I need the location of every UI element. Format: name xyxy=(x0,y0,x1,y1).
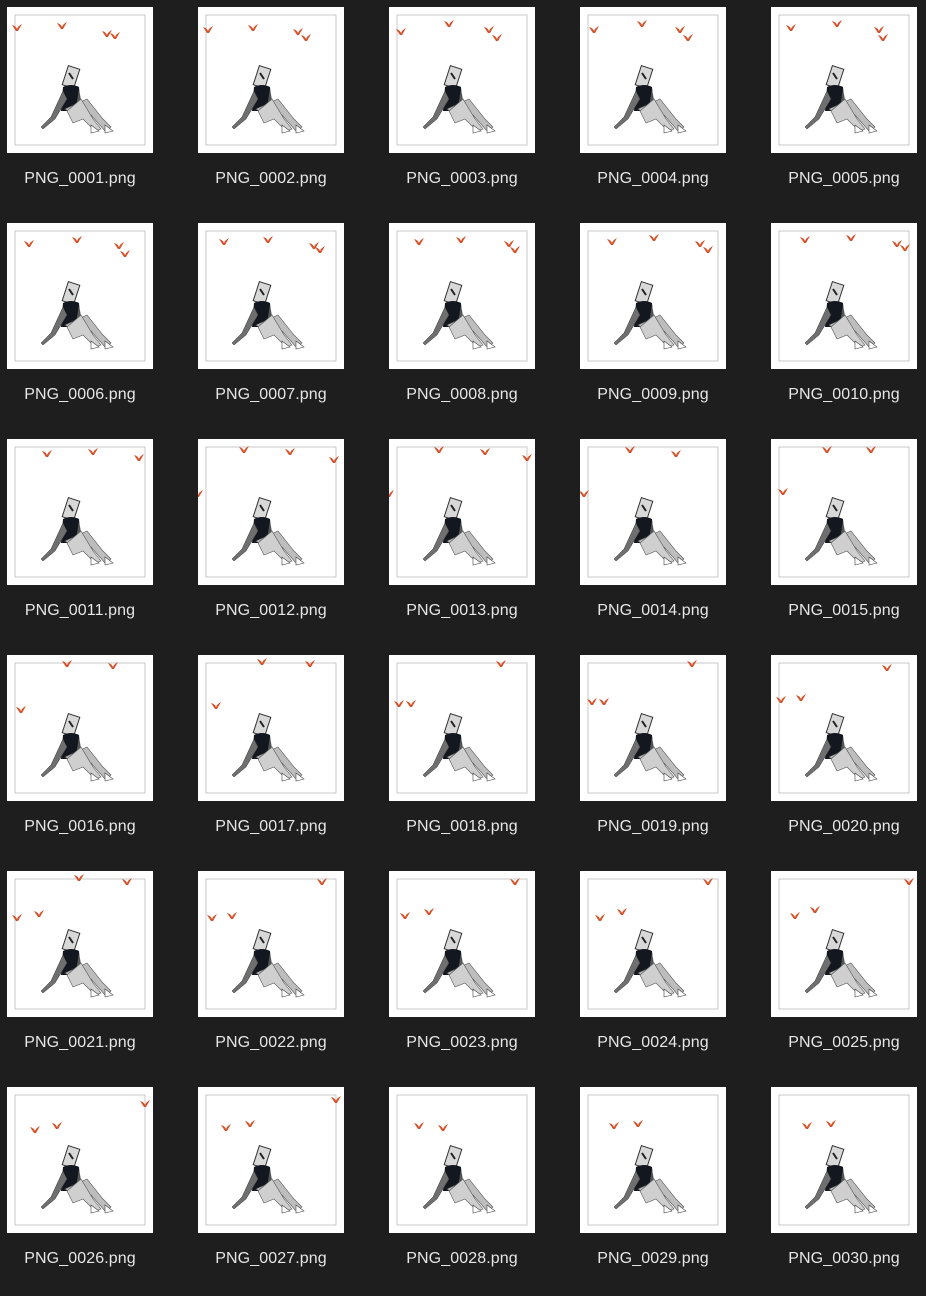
file-item[interactable]: PNG_0028.png xyxy=(382,1080,573,1296)
file-name-label[interactable]: PNG_0027.png xyxy=(191,1250,351,1268)
file-item[interactable]: PNG_0030.png xyxy=(764,1080,926,1296)
file-name-label[interactable]: PNG_0003.png xyxy=(382,170,542,188)
file-name-label[interactable]: PNG_0011.png xyxy=(0,602,160,620)
file-name-label[interactable]: PNG_0024.png xyxy=(573,1034,733,1052)
file-item[interactable]: PNG_0022.png xyxy=(191,864,382,1080)
file-item[interactable]: PNG_0010.png xyxy=(764,216,926,432)
file-name-label[interactable]: PNG_0015.png xyxy=(764,602,924,620)
frame-thumbnail[interactable] xyxy=(7,223,153,369)
frame-thumbnail[interactable] xyxy=(580,655,726,801)
frame-thumbnail[interactable] xyxy=(389,223,535,369)
file-name-label[interactable]: PNG_0016.png xyxy=(0,818,160,836)
file-name-label[interactable]: PNG_0008.png xyxy=(382,386,542,404)
file-item[interactable]: PNG_0013.png xyxy=(382,432,573,648)
file-item[interactable]: PNG_0004.png xyxy=(573,0,764,216)
file-name-label[interactable]: PNG_0004.png xyxy=(573,170,733,188)
file-name-label[interactable]: PNG_0022.png xyxy=(191,1034,351,1052)
file-item[interactable]: PNG_0005.png xyxy=(764,0,926,216)
frame-thumbnail[interactable] xyxy=(580,871,726,1017)
frame-thumbnail[interactable] xyxy=(389,655,535,801)
frame-thumbnail[interactable] xyxy=(580,223,726,369)
frame-thumbnail[interactable] xyxy=(580,7,726,153)
frame-thumbnail[interactable] xyxy=(771,1087,917,1233)
frame-thumbnail[interactable] xyxy=(7,655,153,801)
file-item[interactable]: PNG_0008.png xyxy=(382,216,573,432)
file-name-label[interactable]: PNG_0019.png xyxy=(573,818,733,836)
file-name-label[interactable]: PNG_0029.png xyxy=(573,1250,733,1268)
file-item[interactable]: PNG_0012.png xyxy=(191,432,382,648)
file-name-label[interactable]: PNG_0014.png xyxy=(573,602,733,620)
frame-thumbnail[interactable] xyxy=(7,1087,153,1233)
frame-thumbnail[interactable] xyxy=(198,439,344,585)
file-item[interactable]: PNG_0029.png xyxy=(573,1080,764,1296)
file-item[interactable]: PNG_0009.png xyxy=(573,216,764,432)
file-item[interactable]: PNG_0016.png xyxy=(0,648,191,864)
file-name-label[interactable]: PNG_0010.png xyxy=(764,386,924,404)
file-item[interactable]: PNG_0015.png xyxy=(764,432,926,648)
frame-thumbnail[interactable] xyxy=(771,439,917,585)
frame-thumbnail[interactable] xyxy=(198,1087,344,1233)
file-item[interactable]: PNG_0011.png xyxy=(0,432,191,648)
file-name-label[interactable]: PNG_0026.png xyxy=(0,1250,160,1268)
file-item[interactable]: PNG_0019.png xyxy=(573,648,764,864)
file-name-label[interactable]: PNG_0025.png xyxy=(764,1034,924,1052)
frame-thumbnail[interactable] xyxy=(389,439,535,585)
file-item[interactable]: PNG_0020.png xyxy=(764,648,926,864)
frame-thumbnail[interactable] xyxy=(198,871,344,1017)
file-item[interactable]: PNG_0017.png xyxy=(191,648,382,864)
frame-thumbnail[interactable] xyxy=(7,7,153,153)
file-item[interactable]: PNG_0002.png xyxy=(191,0,382,216)
file-item[interactable]: PNG_0021.png xyxy=(0,864,191,1080)
file-item[interactable]: PNG_0006.png xyxy=(0,216,191,432)
file-grid: PNG_0001.png PNG_0002.png PNG_0003.png P… xyxy=(0,0,926,1280)
frame-thumbnail[interactable] xyxy=(7,871,153,1017)
file-item[interactable]: PNG_0026.png xyxy=(0,1080,191,1296)
file-name-label[interactable]: PNG_0005.png xyxy=(764,170,924,188)
file-name-label[interactable]: PNG_0021.png xyxy=(0,1034,160,1052)
file-name-label[interactable]: PNG_0006.png xyxy=(0,386,160,404)
file-name-label[interactable]: PNG_0012.png xyxy=(191,602,351,620)
file-name-label[interactable]: PNG_0018.png xyxy=(382,818,542,836)
file-name-label[interactable]: PNG_0020.png xyxy=(764,818,924,836)
file-item[interactable]: PNG_0001.png xyxy=(0,0,191,216)
file-item[interactable]: PNG_0024.png xyxy=(573,864,764,1080)
frame-thumbnail[interactable] xyxy=(389,1087,535,1233)
file-item[interactable]: PNG_0025.png xyxy=(764,864,926,1080)
frame-thumbnail[interactable] xyxy=(771,655,917,801)
file-name-label[interactable]: PNG_0007.png xyxy=(191,386,351,404)
file-name-label[interactable]: PNG_0002.png xyxy=(191,170,351,188)
file-item[interactable]: PNG_0003.png xyxy=(382,0,573,216)
frame-thumbnail[interactable] xyxy=(7,439,153,585)
file-name-label[interactable]: PNG_0023.png xyxy=(382,1034,542,1052)
file-name-label[interactable]: PNG_0030.png xyxy=(764,1250,924,1268)
frame-thumbnail[interactable] xyxy=(580,439,726,585)
file-item[interactable]: PNG_0018.png xyxy=(382,648,573,864)
file-name-label[interactable]: PNG_0001.png xyxy=(0,170,160,188)
file-name-label[interactable]: PNG_0013.png xyxy=(382,602,542,620)
frame-thumbnail[interactable] xyxy=(771,7,917,153)
file-name-label[interactable]: PNG_0028.png xyxy=(382,1250,542,1268)
frame-thumbnail[interactable] xyxy=(198,7,344,153)
file-item[interactable]: PNG_0027.png xyxy=(191,1080,382,1296)
file-item[interactable]: PNG_0007.png xyxy=(191,216,382,432)
file-item[interactable]: PNG_0014.png xyxy=(573,432,764,648)
frame-thumbnail[interactable] xyxy=(771,871,917,1017)
file-item[interactable]: PNG_0023.png xyxy=(382,864,573,1080)
file-name-label[interactable]: PNG_0017.png xyxy=(191,818,351,836)
frame-thumbnail[interactable] xyxy=(198,655,344,801)
frame-thumbnail[interactable] xyxy=(771,223,917,369)
frame-thumbnail[interactable] xyxy=(389,7,535,153)
frame-thumbnail[interactable] xyxy=(198,223,344,369)
file-name-label[interactable]: PNG_0009.png xyxy=(573,386,733,404)
frame-thumbnail[interactable] xyxy=(580,1087,726,1233)
frame-thumbnail[interactable] xyxy=(389,871,535,1017)
